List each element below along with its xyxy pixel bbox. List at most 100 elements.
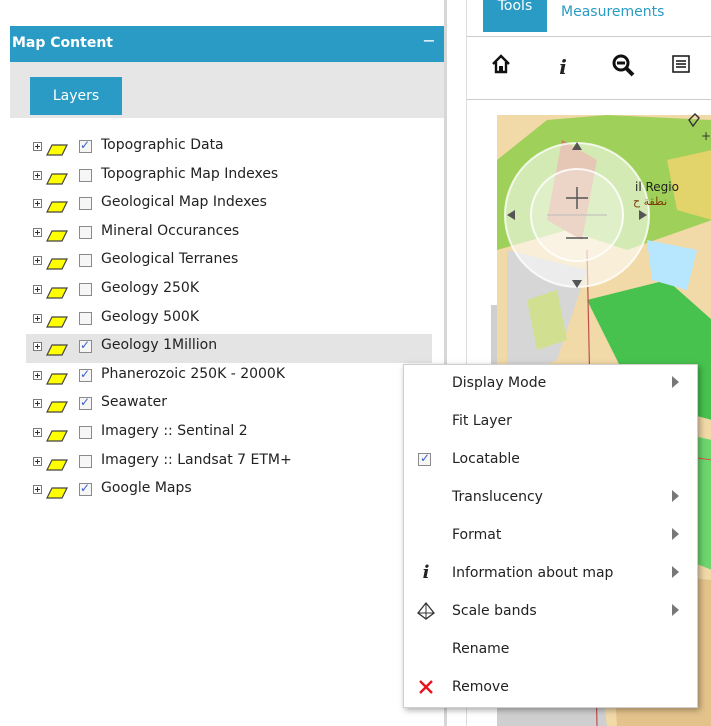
info-icon: i — [422, 562, 430, 583]
layer-row[interactable]: Seawater — [26, 391, 432, 420]
menu-rename[interactable]: Rename — [404, 631, 697, 669]
svg-text:+: + — [701, 129, 711, 143]
layer-row[interactable]: Topographic Data — [26, 134, 432, 163]
expand-icon[interactable] — [33, 342, 42, 352]
tab-tools[interactable]: Tools — [483, 0, 547, 32]
map-label-arabic: نطقة ح — [633, 195, 668, 208]
layer-row[interactable]: Geology 250K — [26, 277, 432, 306]
tab-layers[interactable]: Layers — [30, 77, 122, 115]
layer-label: Topographic Map Indexes — [101, 165, 279, 182]
menu-fit-layer[interactable]: Fit Layer — [404, 403, 697, 441]
menu-translucency[interactable]: Translucency — [404, 479, 697, 517]
menu-locatable[interactable]: ✓ Locatable — [404, 441, 697, 479]
menu-scale-bands[interactable]: Scale bands — [404, 593, 697, 631]
menu-remove[interactable]: Remove — [404, 669, 697, 707]
menu-information[interactable]: i Information about map — [404, 555, 697, 593]
tab-measurements[interactable]: Measurements — [561, 4, 664, 20]
submenu-arrow-icon — [672, 490, 679, 502]
menu-information-label: Information about map — [452, 565, 614, 581]
layer-visibility-checkbox[interactable] — [79, 197, 92, 211]
layer-visibility-checkbox[interactable] — [79, 138, 92, 153]
layer-label: Geology 500K — [101, 308, 200, 325]
layer-icon — [46, 370, 68, 385]
layer-icon — [46, 341, 68, 356]
layer-label: Imagery :: Landsat 7 ETM+ — [101, 451, 292, 468]
locatable-checkbox[interactable]: ✓ — [416, 449, 436, 469]
layer-visibility-checkbox[interactable] — [79, 225, 92, 239]
layer-label: Topographic Data — [101, 137, 224, 153]
remove-x-icon — [416, 677, 436, 697]
layer-row[interactable]: Imagery :: Landsat 7 ETM+ — [26, 449, 432, 478]
expand-icon[interactable] — [33, 256, 42, 266]
layer-row[interactable]: Mineral Occurances — [26, 220, 432, 249]
expand-icon[interactable] — [33, 227, 42, 237]
menu-locatable-label: Locatable — [452, 451, 520, 467]
layer-row[interactable]: Google Maps — [26, 477, 432, 506]
menu-display-mode[interactable]: Display Mode — [404, 365, 697, 403]
panel-title: Map Content — [12, 35, 113, 51]
layer-label: Mineral Occurances — [101, 222, 240, 239]
layer-visibility-checkbox[interactable] — [79, 454, 92, 468]
layer-visibility-checkbox[interactable] — [79, 395, 92, 411]
menu-format[interactable]: Format — [404, 517, 697, 555]
layer-icon — [46, 198, 68, 213]
submenu-arrow-icon — [672, 528, 679, 540]
layer-row[interactable]: Phanerozoic 250K - 2000K — [26, 363, 432, 392]
layer-visibility-checkbox[interactable] — [79, 367, 92, 382]
layer-icon — [46, 456, 68, 471]
submenu-arrow-icon — [672, 604, 679, 616]
layer-row[interactable]: Geology 1Million — [26, 334, 432, 363]
layer-icon — [46, 484, 68, 499]
layer-icon — [46, 227, 68, 242]
table-icon[interactable] — [667, 53, 695, 81]
tab-strip: Layers — [10, 62, 444, 118]
menu-format-label: Format — [452, 527, 502, 543]
layer-visibility-checkbox[interactable] — [79, 338, 92, 354]
layer-label: Geological Map Indexes — [101, 194, 267, 211]
layer-row[interactable]: Geology 500K — [26, 306, 432, 335]
layer-list: Topographic Data Topographic Map Indexes G… — [26, 134, 432, 506]
layer-row[interactable]: Geological Terranes — [26, 248, 432, 277]
layer-label: Geology 250K — [101, 279, 200, 296]
expand-icon[interactable] — [33, 485, 42, 495]
map-content-panel: Map Content − Layers Topographic DataTop… — [0, 0, 447, 726]
layer-label: Google Maps — [101, 480, 192, 497]
layer-visibility-checkbox[interactable] — [79, 481, 92, 497]
zoom-search-icon[interactable] — [609, 53, 637, 81]
tab-tools-label: Tools — [497, 0, 533, 14]
map-label-region: il Regio — [635, 180, 679, 194]
expand-icon[interactable] — [33, 399, 42, 409]
layer-visibility-checkbox[interactable] — [79, 311, 92, 325]
layer-label: Phanerozoic 250K - 2000K — [101, 365, 286, 382]
expand-icon[interactable] — [33, 284, 42, 294]
expand-icon[interactable] — [33, 142, 42, 151]
menu-rename-label: Rename — [452, 641, 510, 657]
layer-visibility-checkbox[interactable] — [79, 168, 92, 182]
expand-icon[interactable] — [33, 199, 42, 209]
expand-icon[interactable] — [33, 456, 42, 466]
collapse-button[interactable]: − — [420, 32, 438, 50]
info-icon[interactable]: i — [549, 53, 577, 81]
layer-visibility-checkbox[interactable] — [79, 282, 92, 296]
expand-icon[interactable] — [33, 427, 42, 437]
tool-tabs: Tools Measurements — [467, 0, 711, 32]
submenu-arrow-icon — [672, 376, 679, 388]
layer-row[interactable]: Imagery :: Sentinal 2 — [26, 420, 432, 449]
expand-icon[interactable] — [33, 370, 42, 380]
layer-icon — [46, 141, 68, 156]
expand-icon[interactable] — [33, 170, 42, 180]
layer-visibility-checkbox[interactable] — [79, 254, 92, 268]
home-icon[interactable] — [487, 53, 515, 81]
map-toolbar: i — [467, 36, 711, 100]
layer-label: Geological Terranes — [101, 251, 239, 268]
layer-label: Seawater — [101, 394, 167, 411]
layer-icon — [46, 313, 68, 328]
menu-translucency-label: Translucency — [452, 489, 543, 505]
layer-row[interactable]: Topographic Map Indexes — [26, 163, 432, 192]
expand-icon[interactable] — [33, 313, 42, 323]
layer-label: Imagery :: Sentinal 2 — [101, 422, 248, 439]
layer-row[interactable]: Geological Map Indexes — [26, 191, 432, 220]
layer-visibility-checkbox[interactable] — [79, 425, 92, 439]
menu-scale-bands-label: Scale bands — [452, 603, 537, 619]
layer-icon — [46, 427, 68, 442]
